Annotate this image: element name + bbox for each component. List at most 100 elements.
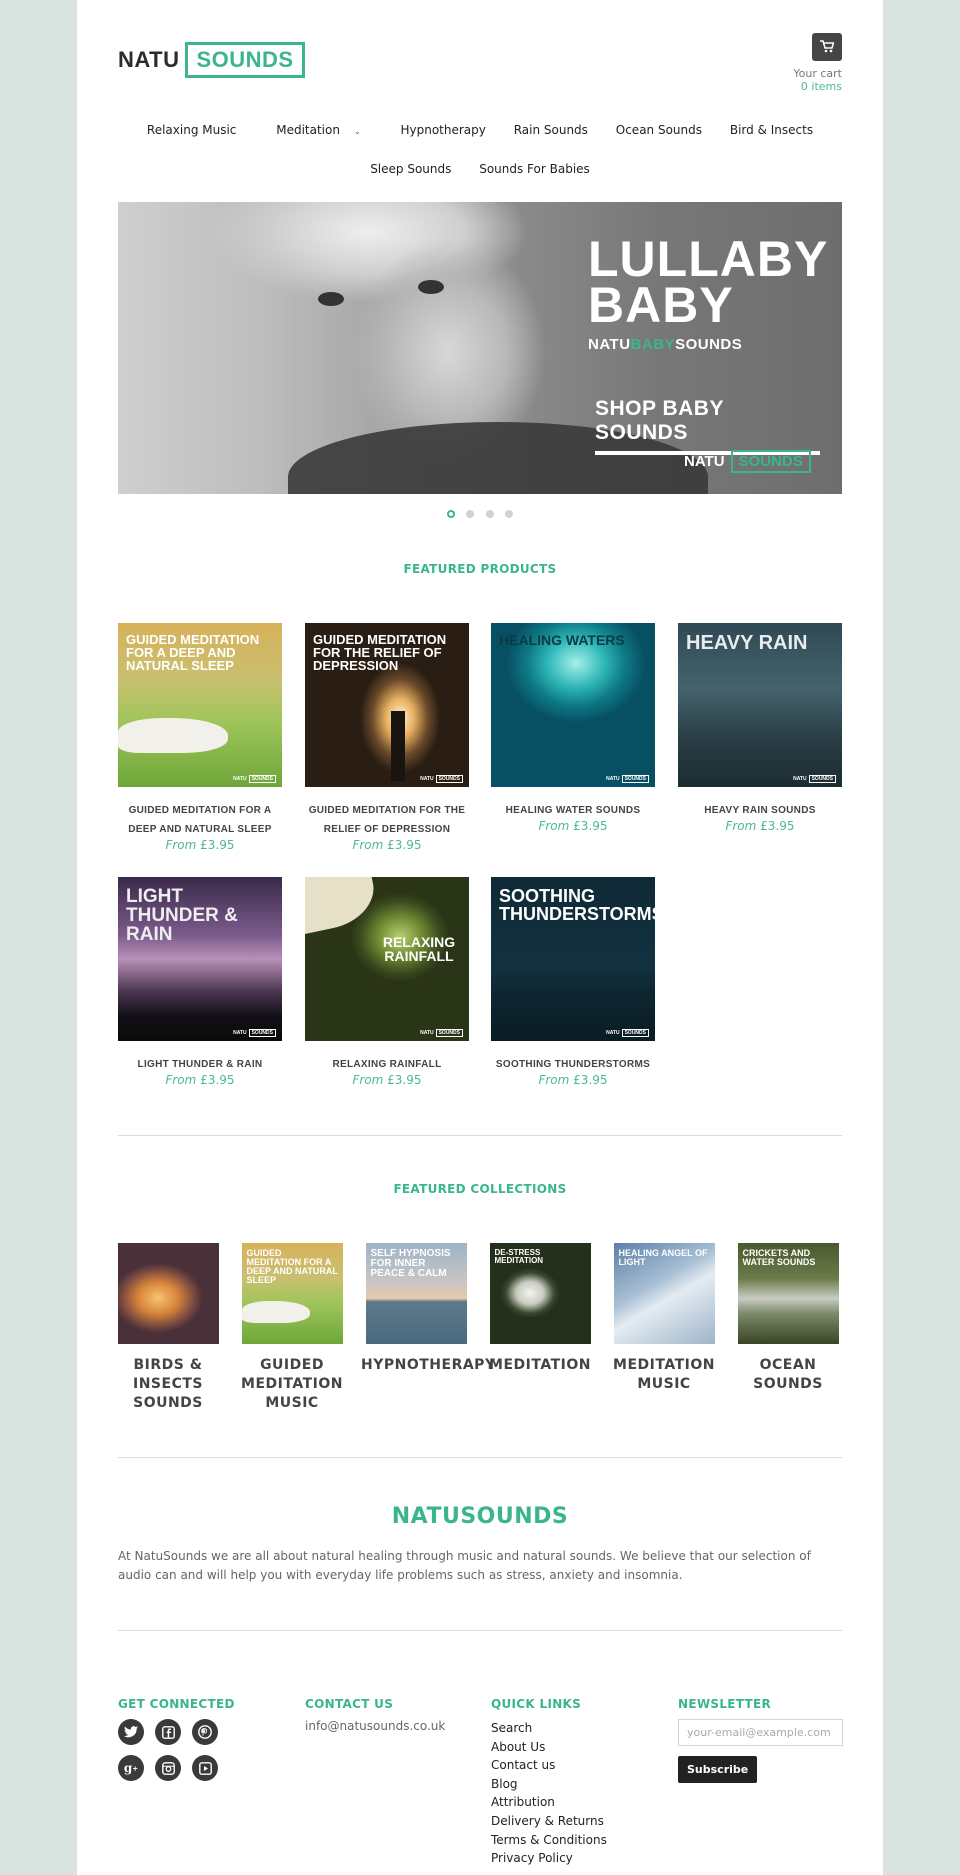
collection-name[interactable]: OCEAN SOUNDS — [733, 1356, 843, 1394]
facebook-icon[interactable] — [155, 1719, 181, 1745]
product-cover-title: SOOTHING THUNDERSTORMS — [499, 886, 655, 924]
quick-link-privacy-policy[interactable]: Privacy Policy — [491, 1849, 607, 1868]
cart-label: Your cart — [793, 67, 842, 80]
footer-contact-us: CONTACT US info@natusounds.co.uk — [305, 1697, 445, 1733]
product-image[interactable]: HEAVY RAIN NATU SOUNDS — [678, 623, 842, 787]
hero-text: LULLABY BABY NATUBABYSOUNDS — [588, 234, 828, 353]
slider-dot-4[interactable] — [504, 510, 513, 518]
product-image[interactable]: LIGHT THUNDER & RAIN NATU SOUNDS — [118, 877, 282, 1041]
product-cover-tag: NATU SOUNDS — [233, 1029, 276, 1037]
nav-item-relaxing-music[interactable]: Relaxing Music — [147, 123, 236, 137]
product-card[interactable]: LIGHT THUNDER & RAIN NATU SOUNDS LIGHT TH… — [118, 877, 282, 1087]
nav-item-hypnotherapy[interactable]: Hypnotherapy — [400, 123, 485, 137]
collection-image[interactable]: CRICKETS AND WATER SOUNDS — [737, 1243, 839, 1344]
google-plus-icon[interactable]: g + — [118, 1755, 144, 1781]
price-text: From — [725, 819, 757, 833]
product-card[interactable]: HEAVY RAIN NATU SOUNDS HEAVY RAIN SOUNDS … — [678, 623, 842, 833]
main-nav-row1: Relaxing Music Meditation ⌄ Hypnotherapy … — [77, 123, 883, 137]
quick-link-blog[interactable]: Blog — [491, 1775, 607, 1794]
collection-card[interactable]: CRICKETS AND WATER SOUNDS OCEAN SOUNDS — [733, 1243, 843, 1394]
divider — [118, 1457, 842, 1458]
slider-dot-2[interactable] — [466, 510, 475, 518]
collection-name[interactable]: BIRDS & INSECTS SOUNDS — [113, 1356, 223, 1413]
logo-natu: NATU — [118, 46, 180, 72]
product-price: From £3.95 — [491, 819, 655, 833]
price-text: From — [538, 819, 570, 833]
twitter-icon[interactable] — [118, 1719, 144, 1745]
cover-tag-text: NATU — [420, 776, 434, 782]
product-image[interactable]: GUIDED MEDITATION FOR THE RELIEF OF DEPR… — [305, 623, 469, 787]
price-text: From — [538, 1073, 570, 1087]
nav-item-meditation[interactable]: Meditation ⌄ — [264, 123, 372, 137]
collection-name[interactable]: GUIDED MEDITATION MUSIC — [237, 1356, 347, 1413]
pinterest-icon[interactable] — [192, 1719, 218, 1745]
slider-dot-1[interactable] — [447, 510, 456, 518]
product-image[interactable]: HEALING WATERS NATU SOUNDS — [491, 623, 655, 787]
product-card[interactable]: RELAXING RAINFALL NATU SOUNDS RELAXING RA… — [305, 877, 469, 1087]
hero-logo-natu: NATU — [684, 453, 725, 470]
quick-link-about-us[interactable]: About Us — [491, 1738, 607, 1757]
price-text: £3.95 — [573, 819, 608, 833]
product-price: From £3.95 — [678, 819, 842, 833]
hero-cta-shop-baby-sounds[interactable]: SHOP BABY SOUNDS — [595, 397, 820, 455]
collection-card[interactable]: SELF HYPNOSIS FOR INNER PEACE & CALM HYP… — [361, 1243, 495, 1375]
product-name[interactable]: HEAVY RAIN SOUNDS — [678, 801, 842, 820]
subscribe-button[interactable]: Subscribe — [678, 1756, 758, 1783]
product-price: From £3.95 — [491, 1073, 655, 1087]
collection-name[interactable]: HYPNOTHERAPY — [361, 1356, 495, 1375]
newsletter-title: NEWSLETTER — [678, 1697, 772, 1711]
hero-slide[interactable]: LULLABY BABY NATUBABYSOUNDS SHOP BABY SO… — [118, 202, 842, 494]
price-text: £3.95 — [387, 1073, 422, 1087]
collection-name[interactable]: MEDITATION MUSIC — [609, 1356, 719, 1394]
collection-card[interactable]: GUIDED MEDITATION FOR A DEEP AND NATURAL… — [237, 1243, 347, 1413]
quick-link-contact-us[interactable]: Contact us — [491, 1756, 607, 1775]
nav-item-sleep-sounds[interactable]: Sleep Sounds — [370, 162, 451, 176]
cover-tag-text: SOUNDS — [248, 775, 276, 783]
product-image[interactable]: GUIDED MEDITATION FOR A DEEP AND NATURAL… — [118, 623, 282, 787]
collection-card[interactable]: BIRDS & INSECTS SOUNDS — [113, 1243, 223, 1413]
newsletter-email-input[interactable] — [678, 1719, 843, 1746]
nav-item-sounds-for-babies[interactable]: Sounds For Babies — [479, 162, 590, 176]
nav-item-ocean-sounds[interactable]: Ocean Sounds — [616, 123, 702, 137]
quick-link-terms-conditions[interactable]: Terms & Conditions — [491, 1831, 607, 1850]
product-name[interactable]: RELAXING RAINFALL — [305, 1055, 469, 1074]
hero-logo: NATU SOUNDS — [684, 450, 811, 473]
product-cover-title: GUIDED MEDITATION FOR A DEEP AND NATURAL… — [126, 632, 260, 673]
collection-card[interactable]: HEALING ANGEL OF LIGHT MEDITATION MUSIC — [609, 1243, 719, 1394]
quick-link-attribution[interactable]: Attribution — [491, 1793, 607, 1812]
product-name[interactable]: SOOTHING THUNDERSTORMS — [491, 1055, 655, 1074]
about-title: NATUSOUNDS — [391, 1504, 569, 1529]
collection-image[interactable] — [117, 1243, 219, 1344]
collection-image[interactable]: GUIDED MEDITATION FOR A DEEP AND NATURAL… — [241, 1243, 343, 1344]
product-card[interactable]: GUIDED MEDITATION FOR A DEEP AND NATURAL… — [118, 623, 282, 852]
cart-button[interactable] — [812, 33, 842, 61]
product-name[interactable]: LIGHT THUNDER & RAIN — [118, 1055, 282, 1074]
product-name[interactable]: GUIDED MEDITATION FOR A DEEP AND NATURAL… — [118, 801, 282, 839]
product-name[interactable]: GUIDED MEDITATION FOR THE RELIEF OF DEPR… — [305, 801, 469, 839]
product-card[interactable]: SOOTHING THUNDERSTORMS NATU SOUNDS SOOTHI… — [491, 877, 655, 1087]
collection-name[interactable]: MEDITATION — [485, 1356, 595, 1375]
collection-image[interactable]: DE-STRESS MEDITATION — [489, 1243, 591, 1344]
product-name[interactable]: HEALING WATER SOUNDS — [491, 801, 655, 820]
quick-link-search[interactable]: Search — [491, 1719, 607, 1738]
product-card[interactable]: HEALING WATERS NATU SOUNDS HEALING WATER … — [491, 623, 655, 833]
slider-dot-3[interactable] — [485, 510, 494, 518]
product-image[interactable]: SOOTHING THUNDERSTORMS NATU SOUNDS — [491, 877, 655, 1041]
collection-card[interactable]: DE-STRESS MEDITATION MEDITATION — [485, 1243, 595, 1375]
product-image[interactable]: RELAXING RAINFALL NATU SOUNDS — [305, 877, 469, 1041]
collection-image[interactable]: SELF HYPNOSIS FOR INNER PEACE & CALM — [365, 1243, 467, 1344]
product-image-detail — [118, 718, 228, 753]
nav-item-bird-insects[interactable]: Bird & Insects — [730, 123, 813, 137]
cart-count[interactable]: 0 items — [793, 80, 842, 93]
nav-item-rain-sounds[interactable]: Rain Sounds — [514, 123, 588, 137]
main-nav-row2: Sleep Sounds Sounds For Babies — [77, 162, 883, 176]
cover-tag-text: NATU — [420, 1030, 434, 1036]
contact-email[interactable]: info@natusounds.co.uk — [305, 1719, 445, 1733]
collection-image[interactable]: HEALING ANGEL OF LIGHT — [613, 1243, 715, 1344]
quick-link-delivery-returns[interactable]: Delivery & Returns — [491, 1812, 607, 1831]
instagram-icon[interactable] — [155, 1755, 181, 1781]
cart-widget[interactable]: Your cart 0 items — [793, 33, 842, 93]
youtube-icon[interactable] — [192, 1755, 218, 1781]
site-logo[interactable]: NATU SOUNDS — [118, 40, 305, 79]
product-card[interactable]: GUIDED MEDITATION FOR THE RELIEF OF DEPR… — [305, 623, 469, 852]
